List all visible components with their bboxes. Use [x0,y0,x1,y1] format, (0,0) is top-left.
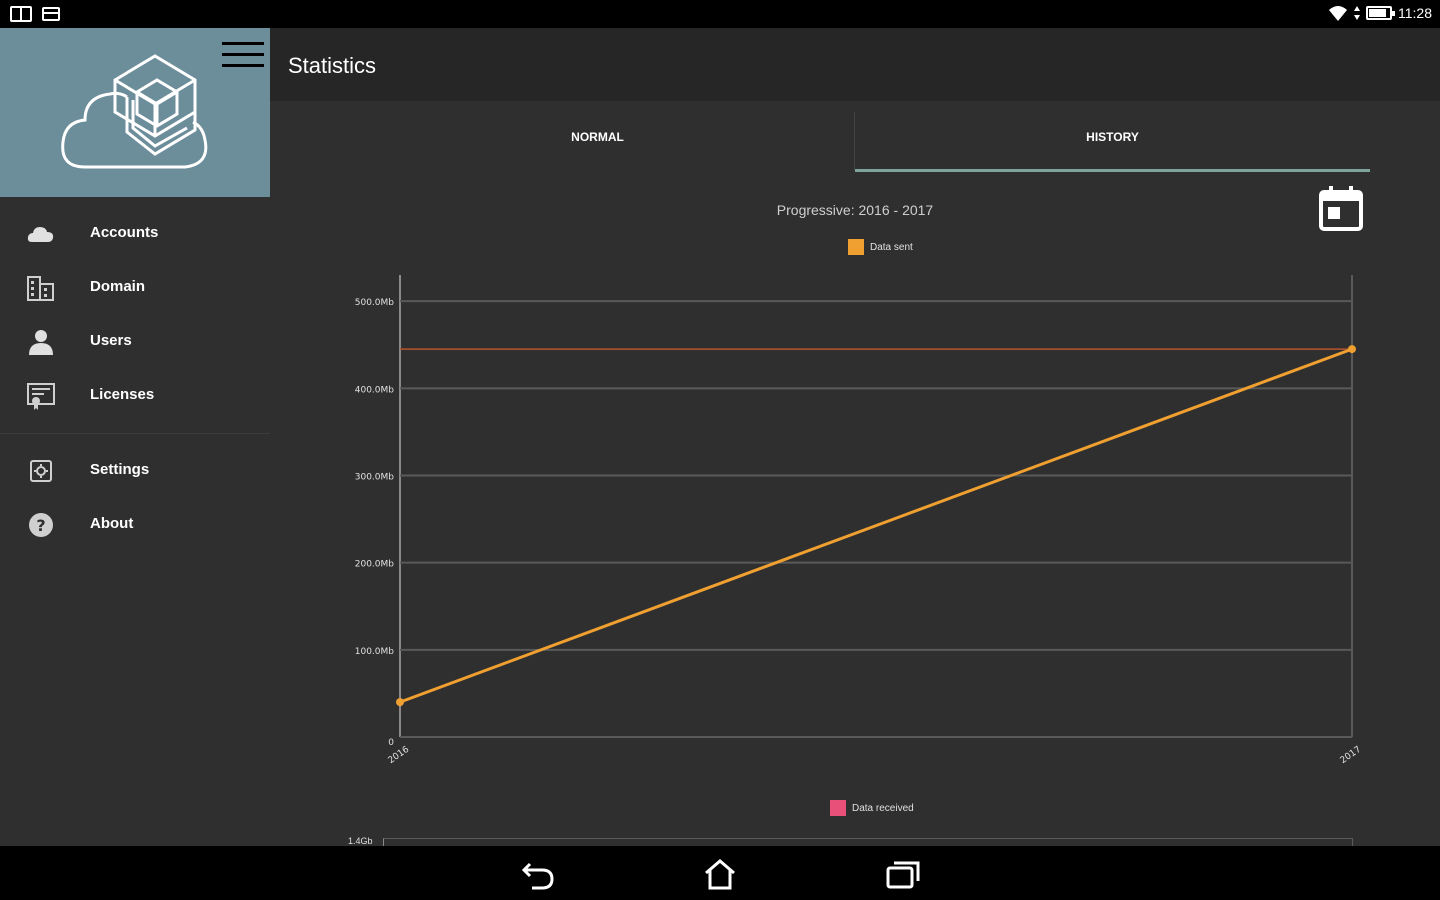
drawer-item-label: Settings [90,461,150,478]
x-tick-label: 2017 [1339,745,1363,766]
tab-bar: NORMAL HISTORY [340,112,1370,174]
y-tick-label: 400.0Mb [355,385,395,395]
second-chart-legend: Data received [830,800,914,816]
data-point [1348,345,1356,354]
reader-icon [10,6,32,22]
drawer-header [0,28,270,197]
drawer-item-label: About [90,515,134,532]
chart-title: Progressive: 2016 - 2017 [776,202,934,218]
battery-icon [1366,6,1395,20]
app-bar: Statistics [270,28,1440,101]
y-tick-label: 200.0Mb [355,560,395,570]
drawer-item-accounts[interactable]: Accounts [0,207,270,261]
tab-history[interactable]: HISTORY [855,112,1370,174]
drawer-divider [0,433,270,434]
wifi-icon [1329,6,1347,21]
menu-button[interactable] [222,42,264,72]
data-point [396,698,404,707]
recents-icon[interactable] [885,858,921,890]
drawer-nav: Accounts Domain Users Licenses Settings … [0,207,270,552]
card-icon [42,7,60,21]
data-icon [1354,6,1360,20]
drawer-item-settings[interactable]: Settings [0,444,270,498]
drawer-item-users[interactable]: Users [0,315,270,369]
y-tick-label: 500.0Mb [355,298,395,308]
home-icon[interactable] [702,858,738,890]
calendar-icon[interactable] [1318,184,1364,232]
second-chart-frame [383,838,1353,846]
second-chart-y-tick: 1.4Gb [348,836,373,846]
building-icon [27,276,54,301]
drawer-item-about[interactable]: ? About [0,498,270,552]
line-chart: 0100.0Mb200.0Mb300.0Mb400.0Mb500.0Mb2016… [355,275,1363,766]
user-icon [29,330,53,355]
status-bar: 11:28 [0,0,1440,28]
drawer-item-label: Users [90,332,132,349]
svg-text:?: ? [36,516,45,535]
legend-swatch [848,239,864,255]
certificate-icon [27,383,55,410]
back-icon[interactable] [520,858,556,890]
drawer-item-domain[interactable]: Domain [0,261,270,315]
y-tick-label: 0 [388,738,394,748]
y-tick-label: 300.0Mb [355,472,395,482]
chart-legend: Data sent [848,239,913,255]
system-nav-bar [0,846,1440,900]
gear-icon [30,460,52,482]
legend-label: Data received [852,802,914,814]
drawer-item-label: Domain [90,278,146,295]
cloud-icon [27,227,54,242]
app-logo [61,54,208,169]
drawer-item-label: Accounts [90,224,159,241]
drawer-item-label: Licenses [90,386,155,403]
clock: 11:28 [1398,5,1432,21]
tab-indicator [855,169,1370,172]
y-tick-label: 100.0Mb [355,647,395,657]
navigation-drawer: Accounts Domain Users Licenses Settings … [0,28,270,846]
tab-normal[interactable]: NORMAL [340,112,855,174]
page-title: Statistics [288,53,377,78]
legend-swatch [830,800,846,816]
legend-label: Data sent [870,241,913,253]
drawer-item-licenses[interactable]: Licenses [0,369,270,423]
help-icon: ? [29,513,53,537]
